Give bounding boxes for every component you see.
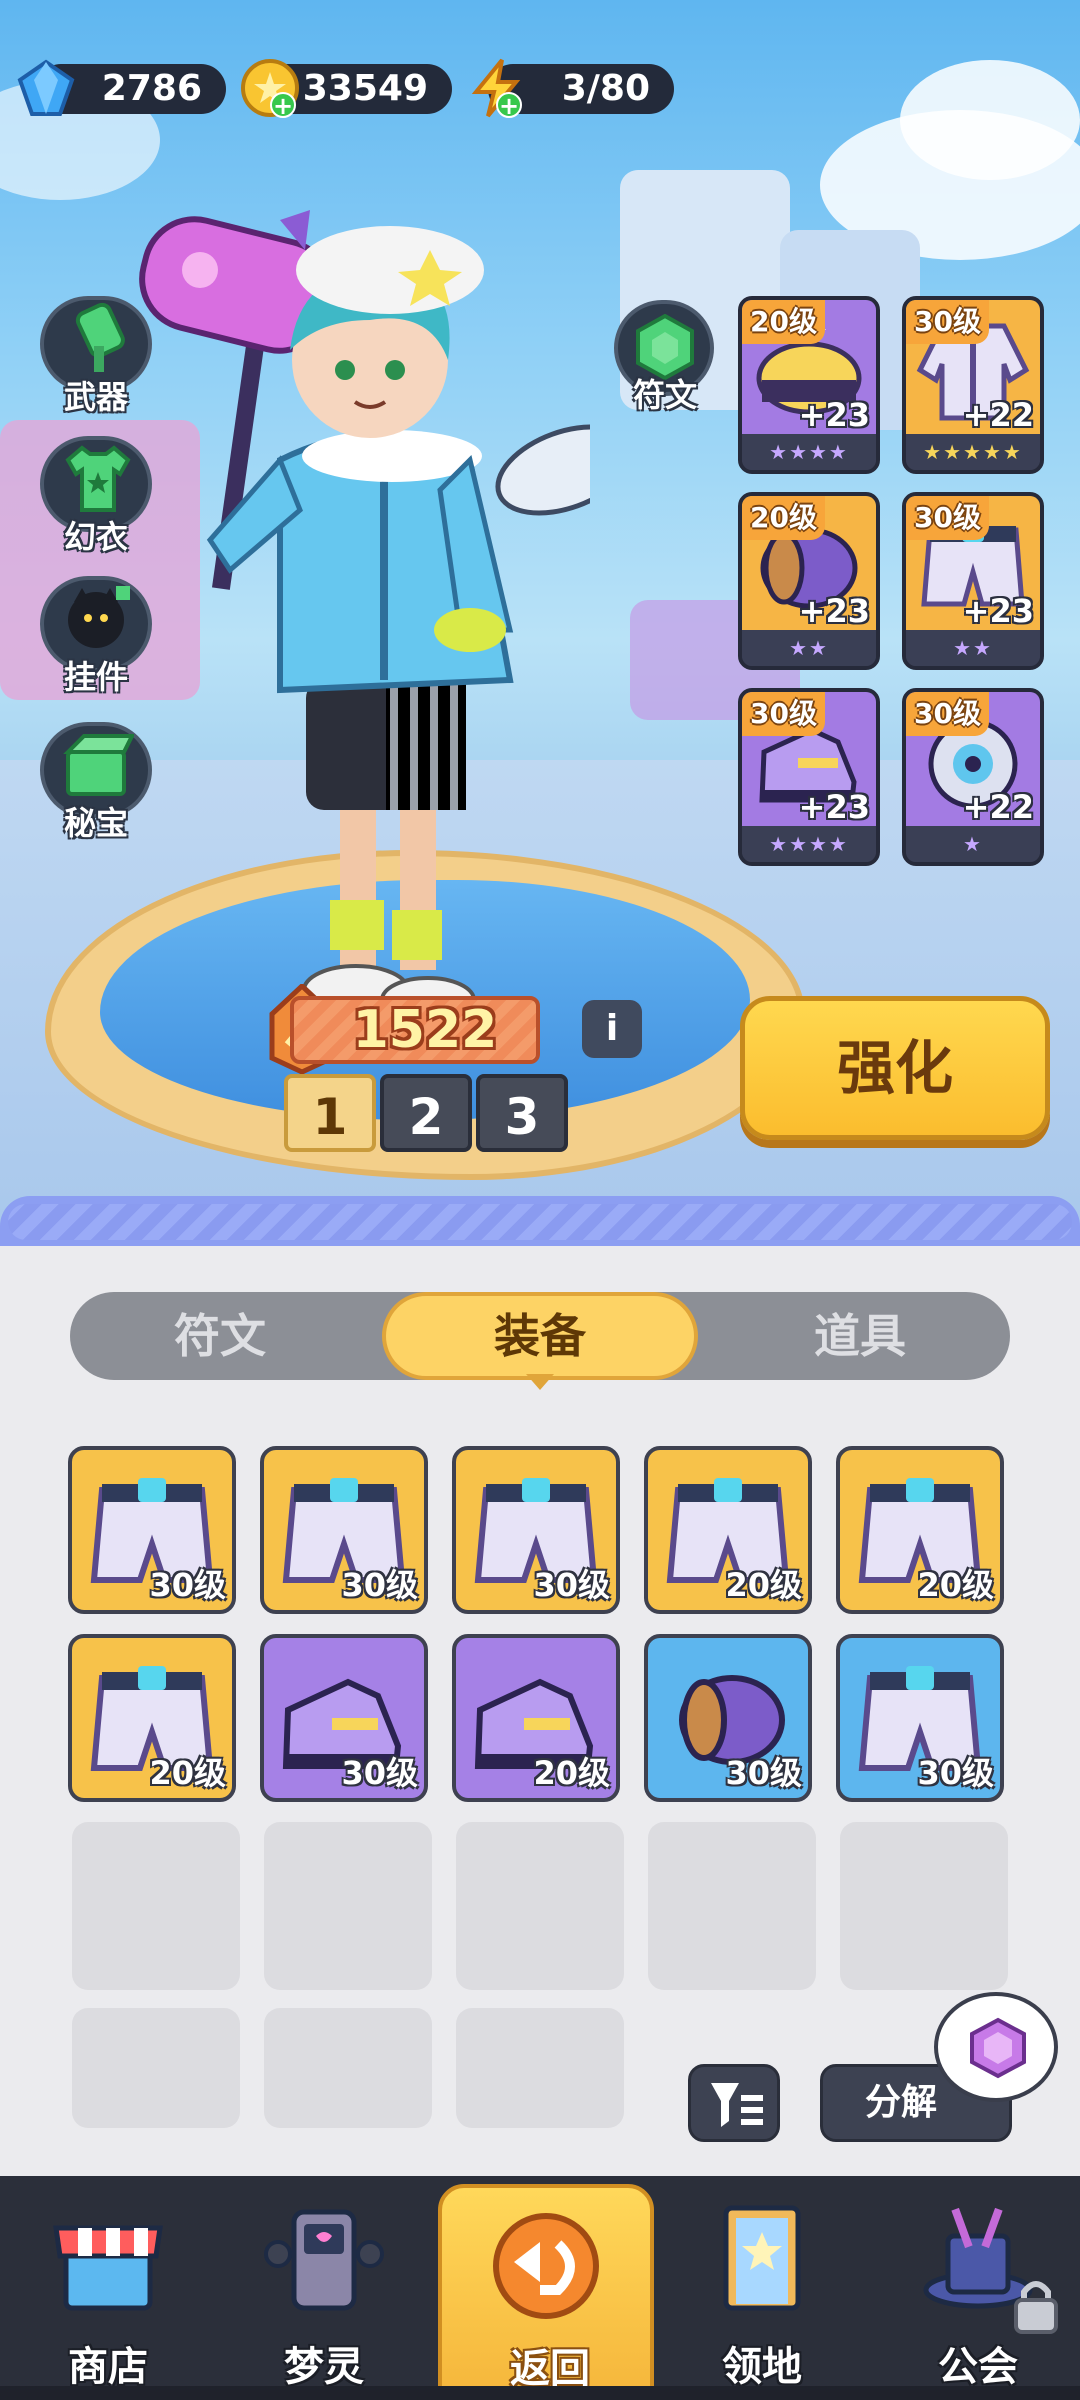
enhance-button[interactable]: 强化: [740, 996, 1050, 1140]
add-energy-button[interactable]: +: [496, 92, 522, 118]
decompose-hint-bubble: [934, 1992, 1058, 2102]
nav-sprite[interactable]: 梦灵: [216, 2176, 432, 2400]
door-icon: [723, 2205, 801, 2311]
slot-bonus: +23: [798, 396, 870, 434]
coin-value: 33549: [302, 68, 428, 109]
inventory-item[interactable]: 20级: [836, 1446, 1004, 1614]
tab-equipment[interactable]: 装备: [382, 1292, 698, 1380]
slot-stars: ★: [906, 826, 1040, 862]
item-level: 20级: [149, 1754, 226, 1792]
slot-stars: ★★★★: [742, 826, 876, 862]
rune-label: 符文: [632, 376, 697, 414]
equip-slot-wristband[interactable]: 20级 +23 ★★: [738, 492, 880, 670]
nav-guild[interactable]: 公会: [870, 2176, 1080, 2400]
inventory-item[interactable]: 30级: [452, 1446, 620, 1614]
add-coins-button[interactable]: +: [270, 92, 296, 118]
equip-slot-helmet[interactable]: 20级 +23 ★★★★: [738, 296, 880, 474]
info-button[interactable]: i: [582, 1000, 642, 1058]
empty-slot: [72, 2008, 240, 2128]
item-level: 30级: [149, 1566, 226, 1604]
panel-band: [8, 1204, 1072, 1240]
item-level: 30级: [725, 1754, 802, 1792]
lock-icon: [1014, 2281, 1058, 2334]
tab-runes[interactable]: 符文: [70, 1292, 370, 1380]
combat-power: 1522: [352, 1000, 498, 1060]
preset-tab-2[interactable]: 2: [380, 1074, 472, 1152]
gem-icon: [17, 59, 75, 116]
nav-shop-label: 商店: [68, 2344, 148, 2390]
slot-bonus: +22: [962, 788, 1034, 826]
energy-value: 3/80: [561, 68, 650, 109]
slot-level: 20级: [742, 496, 825, 540]
pendant-icon: [68, 586, 130, 648]
weapon-icon: [75, 302, 125, 372]
nav-back[interactable]: 返回: [438, 2184, 654, 2400]
inventory-item[interactable]: 30级: [260, 1634, 428, 1802]
slot-stars: ★★: [906, 630, 1040, 666]
preset-tab-1[interactable]: 1: [284, 1074, 376, 1152]
nav-sprite-label: 梦灵: [284, 2344, 364, 2390]
shirt-icon: [65, 445, 131, 512]
back-arrow-icon: [493, 2213, 599, 2319]
inventory-item[interactable]: 20级: [452, 1634, 620, 1802]
slot-level: 30级: [906, 300, 989, 344]
inventory-item[interactable]: 20级: [68, 1634, 236, 1802]
empty-slot: [264, 2008, 432, 2128]
preset-tab-3[interactable]: 3: [476, 1074, 568, 1152]
slot-level: 30级: [742, 692, 825, 736]
empty-slot: [648, 1822, 816, 1990]
slot-stars: ★★★★★: [906, 434, 1040, 470]
inventory-item[interactable]: 20级: [644, 1446, 812, 1614]
slot-bonus: +23: [962, 592, 1034, 630]
empty-slot: [456, 2008, 624, 2128]
tab-items[interactable]: 道具: [710, 1292, 1010, 1380]
home-indicator-bar: [0, 2386, 1080, 2400]
item-level: 30级: [341, 1566, 418, 1604]
inventory-item[interactable]: 30级: [836, 1634, 1004, 1802]
filter-button[interactable]: [688, 2064, 780, 2142]
item-level: 30级: [341, 1754, 418, 1792]
slot-level: 30级: [906, 496, 989, 540]
shop-icon: [53, 2225, 163, 2311]
filter-icon: [711, 2083, 763, 2127]
nav-guild-label: 公会: [938, 2344, 1018, 2390]
slot-level: 30级: [906, 692, 989, 736]
item-level: 30级: [533, 1566, 610, 1604]
inventory-item[interactable]: 30级: [68, 1446, 236, 1614]
equip-slot-shorts[interactable]: 30级 +23 ★★: [902, 492, 1044, 670]
slot-stars: ★★: [742, 630, 876, 666]
empty-slot: [72, 1822, 240, 1990]
player-character: [139, 210, 590, 1024]
item-level: 20级: [725, 1566, 802, 1604]
equip-slot-top[interactable]: 30级 +22 ★★★★★: [902, 296, 1044, 474]
item-level: 20级: [917, 1566, 994, 1604]
equip-slot-shoes[interactable]: 30级 +23 ★★★★: [738, 688, 880, 866]
treasure-icon: [63, 734, 134, 796]
arcade-machine-icon: [264, 2209, 384, 2311]
crystal-icon: [970, 2017, 1026, 2079]
item-level: 20级: [533, 1754, 610, 1792]
slot-bonus: +23: [798, 592, 870, 630]
slot-bonus: +23: [798, 788, 870, 826]
slot-bonus: +22: [962, 396, 1034, 434]
empty-slot: [264, 1822, 432, 1990]
item-level: 30级: [917, 1754, 994, 1792]
nav-territory-label: 领地: [722, 2344, 802, 2390]
nav-shop[interactable]: 商店: [0, 2176, 216, 2400]
slot-stars: ★★★★: [742, 434, 876, 470]
slot-level: 20级: [742, 300, 825, 344]
gem-value: 2786: [101, 68, 202, 109]
nav-territory[interactable]: 领地: [654, 2176, 870, 2400]
empty-slot: [456, 1822, 624, 1990]
inventory-item[interactable]: 30级: [644, 1634, 812, 1802]
inventory-item[interactable]: 30级: [260, 1446, 428, 1614]
tab-pointer: [526, 1374, 554, 1390]
rune-button[interactable]: 符文: [612, 300, 718, 420]
equip-slot-orb[interactable]: 30级 +22 ★: [902, 688, 1044, 866]
empty-slot: [840, 1822, 1008, 1990]
